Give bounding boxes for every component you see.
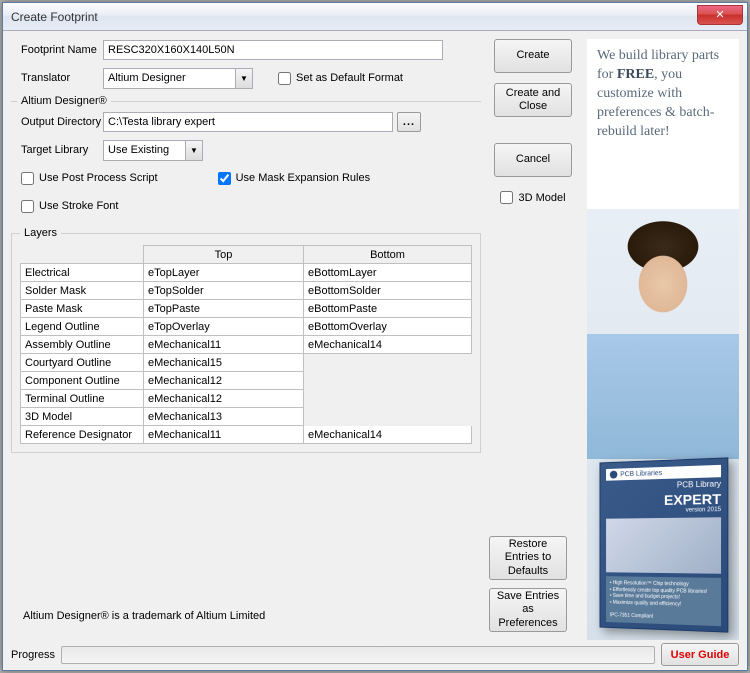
- table-row: 3D ModeleMechanical13: [21, 408, 472, 426]
- dialog-button-column: Create Create and Close Cancel 3D Model: [489, 39, 577, 204]
- layer-name-cell: Legend Outline: [21, 318, 144, 336]
- layers-group: Layers Top Bottom ElectricaleTopLayereBo…: [11, 227, 481, 453]
- layer-bottom-cell[interactable]: eBottomLayer: [304, 264, 472, 282]
- layer-bottom-cell[interactable]: eMechanical14: [304, 336, 472, 354]
- target-library-label: Target Library: [11, 144, 103, 156]
- use-post-process-checkbox[interactable]: Use Post Process Script: [21, 172, 158, 185]
- save-preferences-button[interactable]: Save Entries as Preferences: [489, 588, 567, 632]
- layer-top-cell[interactable]: eMechanical15: [144, 354, 304, 372]
- create-button[interactable]: Create: [494, 39, 572, 73]
- product-box: PCB Libraries PCB Library EXPERT version…: [600, 457, 729, 632]
- browse-button[interactable]: ...: [397, 112, 421, 132]
- table-row: Legend OutlineeTopOverlayeBottomOverlay: [21, 318, 472, 336]
- layer-bottom-cell[interactable]: eMechanical14: [304, 426, 472, 444]
- layer-name-cell: Solder Mask: [21, 282, 144, 300]
- translator-combo[interactable]: Altium Designer ▼: [103, 68, 253, 89]
- layers-legend: Layers: [20, 227, 61, 239]
- layer-name-cell: Courtyard Outline: [21, 354, 144, 372]
- layer-top-cell[interactable]: eMechanical12: [144, 390, 304, 408]
- output-dir-input[interactable]: [103, 112, 393, 132]
- footprint-name-input[interactable]: [103, 40, 443, 60]
- user-guide-button[interactable]: User Guide: [661, 643, 739, 666]
- chevron-down-icon: ▼: [235, 69, 252, 88]
- translator-label: Translator: [11, 72, 103, 84]
- layers-table: Top Bottom ElectricaleTopLayereBottomLay…: [20, 245, 472, 444]
- layer-top-cell[interactable]: eTopSolder: [144, 282, 304, 300]
- layer-bottom-cell: [304, 372, 472, 390]
- close-button[interactable]: ✕: [697, 5, 743, 25]
- layer-top-cell[interactable]: eTopPaste: [144, 300, 304, 318]
- target-library-value: Use Existing: [104, 141, 185, 160]
- layer-top-cell[interactable]: eMechanical12: [144, 372, 304, 390]
- set-default-label: Set as Default Format: [296, 72, 403, 84]
- translator-value: Altium Designer: [104, 69, 235, 88]
- ad-text: We build library parts for FREE, you cus…: [587, 39, 739, 145]
- set-default-checkbox[interactable]: Set as Default Format: [278, 72, 403, 85]
- use-stroke-font-checkbox[interactable]: Use Stroke Font: [21, 200, 118, 213]
- layer-bottom-cell: [304, 354, 472, 372]
- titlebar: Create Footprint ✕: [3, 3, 747, 31]
- layer-name-cell: Electrical: [21, 264, 144, 282]
- layer-bottom-cell[interactable]: eBottomSolder: [304, 282, 472, 300]
- chevron-down-icon: ▼: [185, 141, 202, 160]
- cancel-button[interactable]: Cancel: [494, 143, 572, 177]
- translator-group: Altium Designer® Output Directory ... Ta…: [11, 95, 481, 223]
- dialog-window: Create Footprint ✕ Footprint Name Transl…: [2, 2, 748, 671]
- target-library-combo[interactable]: Use Existing ▼: [103, 140, 203, 161]
- layer-top-cell[interactable]: eMechanical11: [144, 426, 304, 444]
- trademark-note: Altium Designer® is a trademark of Altiu…: [23, 610, 265, 622]
- table-row: Component OutlineeMechanical12: [21, 372, 472, 390]
- layer-name-cell: Reference Designator: [21, 426, 144, 444]
- table-row: Terminal OutlineeMechanical12: [21, 390, 472, 408]
- use-stroke-font-label: Use Stroke Font: [39, 200, 118, 212]
- close-icon: ✕: [715, 9, 724, 21]
- use-mask-checkbox[interactable]: Use Mask Expansion Rules: [218, 172, 371, 185]
- table-row: ElectricaleTopLayereBottomLayer: [21, 264, 472, 282]
- layer-bottom-cell[interactable]: eBottomOverlay: [304, 318, 472, 336]
- ad-panel: We build library parts for FREE, you cus…: [587, 39, 739, 640]
- layer-name-cell: 3D Model: [21, 408, 144, 426]
- three-d-model-checkbox[interactable]: 3D Model: [500, 191, 565, 204]
- col-bottom: Bottom: [304, 246, 472, 264]
- ad-image: PCB Libraries PCB Library EXPERT version…: [587, 209, 739, 640]
- window-title: Create Footprint: [11, 10, 98, 24]
- main-form: Footprint Name Translator Altium Designe…: [11, 39, 481, 662]
- table-row: Assembly OutlineeMechanical11eMechanical…: [21, 336, 472, 354]
- layer-bottom-cell[interactable]: eBottomPaste: [304, 300, 472, 318]
- translator-group-legend: Altium Designer®: [17, 95, 111, 107]
- output-dir-label: Output Directory: [11, 116, 103, 128]
- layer-top-cell[interactable]: eMechanical11: [144, 336, 304, 354]
- layer-name-cell: Terminal Outline: [21, 390, 144, 408]
- table-row: Reference DesignatoreMechanical11eMechan…: [21, 426, 472, 444]
- layer-name-cell: Component Outline: [21, 372, 144, 390]
- layer-bottom-cell: [304, 390, 472, 408]
- layer-top-cell[interactable]: eTopOverlay: [144, 318, 304, 336]
- use-mask-label: Use Mask Expansion Rules: [236, 172, 371, 184]
- use-post-process-label: Use Post Process Script: [39, 172, 158, 184]
- col-top: Top: [144, 246, 304, 264]
- person-photo: [587, 209, 739, 459]
- layer-name-cell: Paste Mask: [21, 300, 144, 318]
- layer-top-cell[interactable]: eTopLayer: [144, 264, 304, 282]
- footprint-name-label: Footprint Name: [11, 44, 103, 56]
- three-d-model-label: 3D Model: [518, 192, 565, 204]
- layer-name-cell: Assembly Outline: [21, 336, 144, 354]
- table-row: Solder MaskeTopSoldereBottomSolder: [21, 282, 472, 300]
- progress-bar: [61, 646, 655, 664]
- progress-row: Progress User Guide: [11, 643, 739, 666]
- layer-bottom-cell: [304, 408, 472, 426]
- table-row: Paste MaskeTopPasteeBottomPaste: [21, 300, 472, 318]
- create-close-button[interactable]: Create and Close: [494, 83, 572, 117]
- lower-button-column: Restore Entries to Defaults Save Entries…: [489, 536, 577, 632]
- restore-defaults-button[interactable]: Restore Entries to Defaults: [489, 536, 567, 580]
- layer-top-cell[interactable]: eMechanical13: [144, 408, 304, 426]
- client-area: Footprint Name Translator Altium Designe…: [3, 31, 747, 670]
- table-row: Courtyard OutlineeMechanical15: [21, 354, 472, 372]
- progress-label: Progress: [11, 649, 55, 661]
